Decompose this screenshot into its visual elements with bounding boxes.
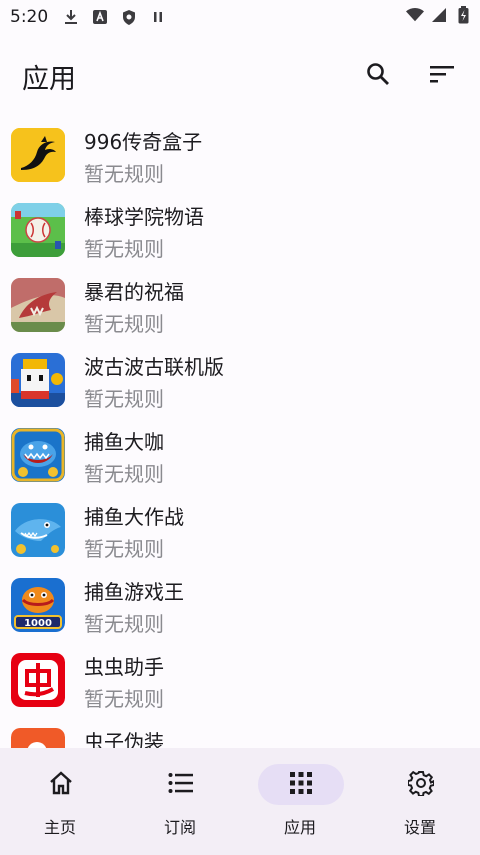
app-name: 捕鱼大作战 [84, 505, 184, 529]
app-name: 虫子伪装 [84, 730, 164, 748]
nav-label: 订阅 [163, 818, 196, 837]
nav-item-home[interactable]: 主页 [0, 748, 120, 855]
search-button[interactable] [354, 52, 402, 100]
list-item[interactable]: 虫虫助手 暂无规则 [0, 645, 480, 720]
nav-label: 应用 [283, 818, 316, 837]
svg-text:1000: 1000 [24, 618, 52, 629]
list-item[interactable]: 捕鱼大咖 暂无规则 [0, 420, 480, 495]
app-icon-dragon [11, 128, 65, 182]
shield-icon [120, 8, 138, 26]
sort-icon [429, 64, 455, 88]
app-icon-fishing-king: 1000 [11, 578, 65, 632]
app-icon-fishing-shark [11, 428, 65, 482]
app-list: 996传奇盒子 暂无规则 棒球学院物语 暂无规则 暴君的祝福 暂无规则 波古波古… [0, 120, 480, 748]
nav-item-settings[interactable]: 设置 [360, 748, 480, 855]
home-icon [48, 770, 74, 800]
list-item[interactable]: 996传奇盒子 暂无规则 [0, 120, 480, 195]
app-name: 棒球学院物语 [84, 205, 204, 229]
pause-icon [149, 8, 167, 26]
app-icon-bogo [11, 353, 65, 407]
list-icon [168, 772, 194, 798]
app-name: 捕鱼游戏王 [84, 580, 184, 604]
search-icon [365, 61, 391, 91]
signal-icon [430, 6, 448, 24]
app-rule-status: 暂无规则 [84, 612, 164, 636]
app-icon-bug-disguise [11, 728, 65, 748]
nav-item-subscriptions[interactable]: 订阅 [120, 748, 240, 855]
app-rule-status: 暂无规则 [84, 162, 164, 186]
download-icon [62, 8, 80, 26]
nav-item-apps[interactable]: 应用 [240, 748, 360, 855]
top-app-bar: 应用 [0, 44, 480, 108]
app-rule-status: 暂无规则 [84, 537, 164, 561]
app-name: 暴君的祝福 [84, 280, 184, 304]
app-rule-status: 暂无规则 [84, 312, 164, 336]
status-time: 5:20 [10, 7, 49, 27]
app-name: 捕鱼大咖 [84, 430, 164, 454]
app-rule-status: 暂无规则 [84, 462, 164, 486]
sort-button[interactable] [418, 52, 466, 100]
app-icon-baseball [11, 203, 65, 257]
app-icon-tyrant [11, 278, 65, 332]
app-rule-status: 暂无规则 [84, 387, 164, 411]
list-item[interactable]: 暴君的祝福 暂无规则 [0, 270, 480, 345]
nav-indicator-active [258, 764, 344, 805]
wifi-icon [406, 6, 424, 24]
app-icon-fishing-battle [11, 503, 65, 557]
app-rule-status: 暂无规则 [84, 687, 164, 711]
app-name: 996传奇盒子 [84, 130, 203, 154]
nav-indicator [18, 764, 104, 805]
nav-label: 设置 [403, 818, 436, 837]
notification-a-icon [91, 8, 109, 26]
app-name: 波古波古联机版 [84, 355, 224, 379]
app-name: 虫虫助手 [84, 655, 164, 679]
list-item[interactable]: 1000 捕鱼游戏王 暂无规则 [0, 570, 480, 645]
status-bar: 5:20 [0, 0, 480, 34]
list-item[interactable]: 波古波古联机版 暂无规则 [0, 345, 480, 420]
nav-indicator [378, 764, 464, 805]
apps-grid-icon [289, 771, 313, 799]
app-icon-chongchong [11, 653, 65, 707]
nav-label: 主页 [43, 818, 76, 837]
nav-indicator [138, 764, 224, 805]
page-title: 应用 [22, 63, 76, 95]
list-item[interactable]: 捕鱼大作战 暂无规则 [0, 495, 480, 570]
gear-icon [407, 770, 435, 800]
battery-icon [454, 6, 472, 24]
app-rule-status: 暂无规则 [84, 237, 164, 261]
bottom-navigation: 主页 订阅 应用 设置 [0, 748, 480, 855]
list-item[interactable]: 虫子伪装 [0, 720, 480, 748]
list-item[interactable]: 棒球学院物语 暂无规则 [0, 195, 480, 270]
